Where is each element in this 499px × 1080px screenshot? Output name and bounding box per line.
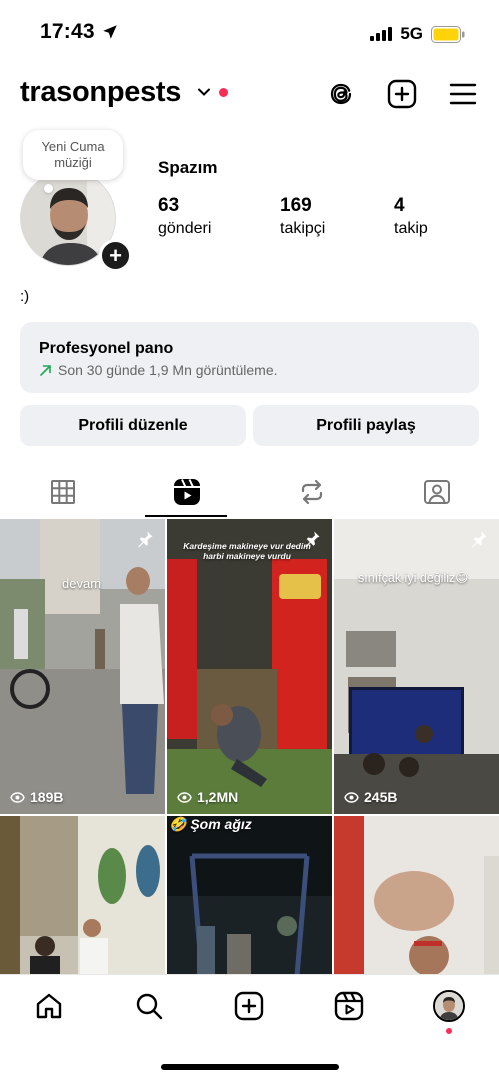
dashboard-subtitle-row: Son 30 günde 1,9 Mn görüntüleme. [39, 362, 479, 378]
bio: :) [20, 288, 30, 305]
search-icon [136, 993, 163, 1020]
reel-caption: sınıfçak iyi değiliz😊 [358, 571, 469, 585]
profile-header: trasonpests [0, 74, 499, 114]
location-arrow-icon [102, 25, 117, 39]
username[interactable]: trasonpests [20, 76, 181, 109]
view-count: 189B [10, 789, 63, 805]
active-tab-indicator [145, 515, 227, 517]
dashboard-title: Profesyonel pano [39, 340, 174, 357]
add-story-button[interactable]: + [99, 239, 132, 272]
view-count-label: 189B [30, 789, 64, 805]
reel-thumbnail[interactable]: devam 189B [0, 519, 165, 814]
stat-label: gönderi [158, 220, 212, 237]
nav-profile[interactable] [432, 989, 466, 1023]
reel-thumbnail-image [0, 519, 165, 814]
stat-value: 4 [394, 195, 405, 216]
notification-dot [219, 88, 228, 97]
reel-thumbnail[interactable] [0, 816, 165, 974]
signal-icon [370, 27, 393, 41]
note-bubble[interactable]: Yeni Cuma müziği [23, 130, 123, 180]
reel-thumbnail-image [167, 519, 332, 814]
tab-reels[interactable] [124, 468, 249, 516]
view-count-label: 245B [364, 789, 398, 805]
menu-button[interactable] [447, 78, 479, 110]
status-time-label: 17:43 [40, 20, 95, 43]
avatar [433, 990, 465, 1022]
dashboard-subtitle: Son 30 günde 1,9 Mn görüntüleme. [58, 362, 278, 378]
home-indicator [161, 1064, 339, 1070]
nav-home[interactable] [32, 989, 66, 1023]
edit-profile-button[interactable]: Profili düzenle [20, 405, 246, 446]
view-count: 245B [344, 789, 397, 805]
hamburger-menu-icon [449, 83, 477, 105]
network-label: 5G [400, 24, 423, 43]
reel-thumbnail-image [0, 816, 165, 974]
eye-icon [10, 791, 25, 803]
stat-posts[interactable]: 63 gönderi [158, 195, 211, 238]
battery-icon [431, 25, 465, 43]
plus-square-icon [387, 79, 417, 109]
stat-label: takipçi [280, 220, 326, 237]
tab-reposts[interactable] [249, 468, 374, 516]
profile-tabs [0, 468, 499, 518]
avatar-photo [435, 992, 463, 1020]
home-icon [36, 993, 62, 1019]
stat-label: takip [394, 220, 428, 237]
profile-notification-dot [446, 1028, 452, 1034]
stat-value: 169 [280, 195, 312, 216]
eye-icon [344, 791, 359, 803]
reels-icon [173, 479, 200, 505]
plus-square-icon [234, 991, 264, 1021]
professional-dashboard[interactable]: Profesyonel pano Son 30 günde 1,9 Mn gör… [20, 322, 479, 393]
reel-thumbnail-image [334, 816, 499, 974]
reel-caption: 🤣 Şom ağız [169, 816, 252, 832]
threads-button[interactable] [325, 78, 357, 110]
nav-reels[interactable] [332, 989, 366, 1023]
stat-following[interactable]: 4 takip [394, 195, 428, 238]
status-time: 17:43 [40, 20, 119, 44]
tab-grid[interactable] [0, 468, 125, 516]
reel-thumbnail-image [167, 816, 332, 974]
reel-thumbnail[interactable]: sınıfçak iyi değiliz😊 245B [334, 519, 499, 814]
tagged-person-icon [423, 480, 450, 504]
reels-icon [334, 991, 364, 1021]
threads-icon [330, 83, 352, 105]
chevron-down-icon[interactable] [196, 84, 212, 100]
eye-icon [177, 791, 192, 803]
view-count-label: 1,2MN [197, 789, 239, 805]
tab-tagged[interactable] [374, 468, 499, 516]
reel-thumbnail[interactable]: 🤣 Şom ağız [167, 816, 332, 974]
stat-followers[interactable]: 169 takipçi [280, 195, 325, 238]
reels-grid: devam 189B Kardeşime makineye vur dedim … [0, 518, 499, 974]
repost-icon [301, 479, 322, 505]
reel-caption: Kardeşime makineye vur dedim harbi makin… [183, 541, 311, 561]
reel-thumbnail[interactable] [334, 816, 499, 974]
nav-create[interactable] [232, 989, 266, 1023]
pin-icon [472, 531, 487, 548]
create-button[interactable] [386, 78, 418, 110]
reel-caption: devam [62, 576, 102, 591]
share-profile-button[interactable]: Profili paylaş [253, 405, 479, 446]
view-count: 1,2MN [177, 789, 238, 805]
note-bubble-tail [44, 184, 53, 193]
stat-value: 63 [158, 195, 180, 216]
pin-icon [138, 531, 153, 548]
reel-thumbnail-image [334, 519, 499, 814]
display-name: Spazım [158, 158, 218, 177]
status-bar: 17:43 5G [0, 0, 499, 66]
trend-up-arrow-icon [40, 364, 51, 376]
reel-thumbnail[interactable]: Kardeşime makineye vur dedim harbi makin… [167, 519, 332, 814]
nav-search[interactable] [132, 989, 166, 1023]
pin-icon [305, 531, 320, 548]
grid-icon [50, 480, 75, 504]
